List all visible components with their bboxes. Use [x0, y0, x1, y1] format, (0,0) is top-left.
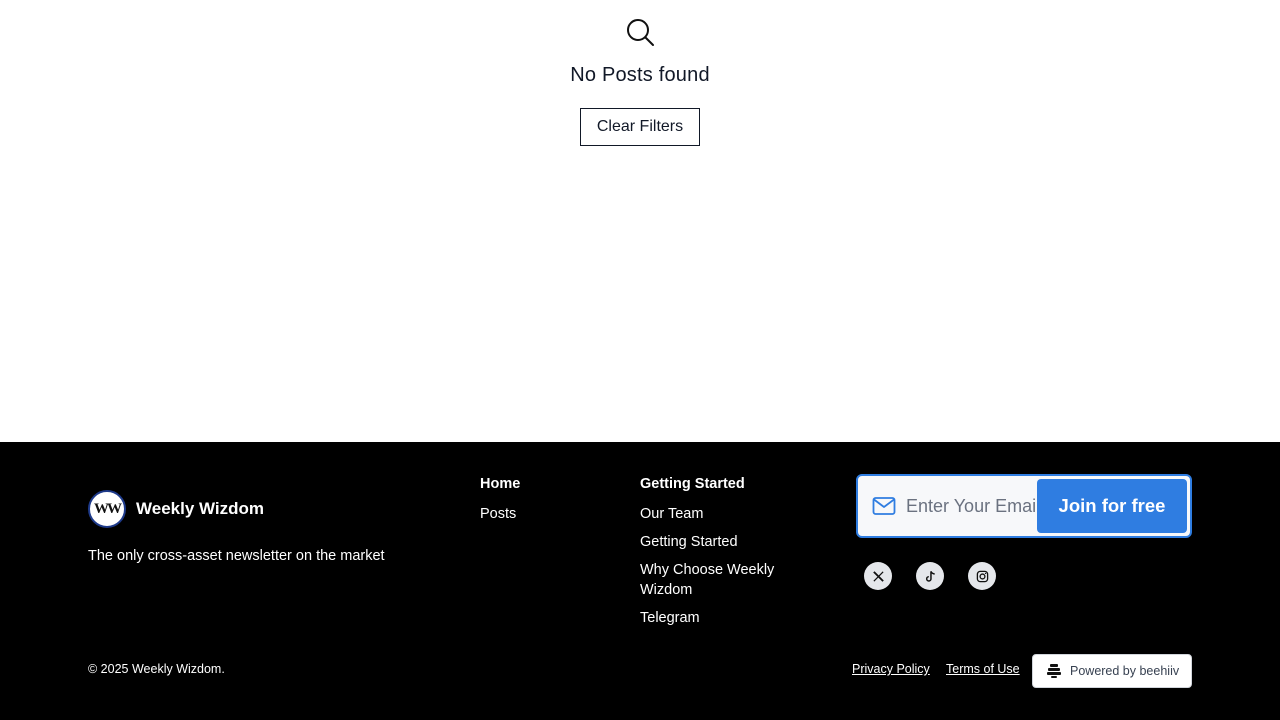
beehiiv-icon [1047, 664, 1061, 678]
instagram-icon [976, 570, 988, 582]
x-twitter-icon [872, 570, 884, 582]
footer: WW Weekly Wizdom The only cross-asset ne… [0, 442, 1280, 720]
footer-brand[interactable]: WW Weekly Wizdom [88, 490, 264, 528]
footer-nav-column-getting-started: Getting Started Our Team Getting Started… [640, 476, 810, 636]
privacy-policy-link[interactable]: Privacy Policy [852, 662, 930, 676]
footer-link-getting-started[interactable]: Getting Started [640, 532, 810, 552]
powered-by-beehiiv-badge[interactable]: Powered by beehiiv [1032, 654, 1192, 688]
main-content: No Posts found Clear Filters [0, 0, 1280, 442]
tiktok-icon [925, 570, 935, 582]
copyright: © 2025 Weekly Wizdom. [88, 662, 225, 676]
tagline: The only cross-asset newsletter on the m… [88, 548, 385, 564]
footer-link-posts[interactable]: Posts [480, 504, 620, 524]
mail-icon [872, 497, 896, 515]
brand-name: Weekly Wizdom [136, 499, 265, 518]
clear-filters-button[interactable]: Clear Filters [580, 108, 700, 146]
social-links [864, 562, 1020, 590]
footer-link-telegram[interactable]: Telegram [640, 608, 810, 628]
search-icon [627, 19, 654, 46]
subscribe-form: Join for free [856, 474, 1192, 538]
footer-nav-heading-home[interactable]: Home [480, 476, 620, 492]
x-twitter-link[interactable] [864, 562, 892, 590]
powered-by-label: Powered by beehiiv [1070, 664, 1180, 678]
tiktok-link[interactable] [916, 562, 944, 590]
join-button[interactable]: Join for free [1037, 479, 1187, 533]
footer-nav-column-home: Home Posts [480, 476, 620, 532]
terms-of-use-link[interactable]: Terms of Use [946, 662, 1020, 676]
empty-state-title: No Posts found [570, 64, 710, 86]
footer-link-our-team[interactable]: Our Team [640, 504, 810, 524]
logo-icon: WW [88, 490, 126, 528]
email-input[interactable] [906, 486, 1036, 526]
instagram-link[interactable] [968, 562, 996, 590]
footer-nav-heading-getting-started[interactable]: Getting Started [640, 476, 810, 492]
footer-link-why-choose[interactable]: Why Choose Weekly Wizdom [640, 560, 810, 600]
